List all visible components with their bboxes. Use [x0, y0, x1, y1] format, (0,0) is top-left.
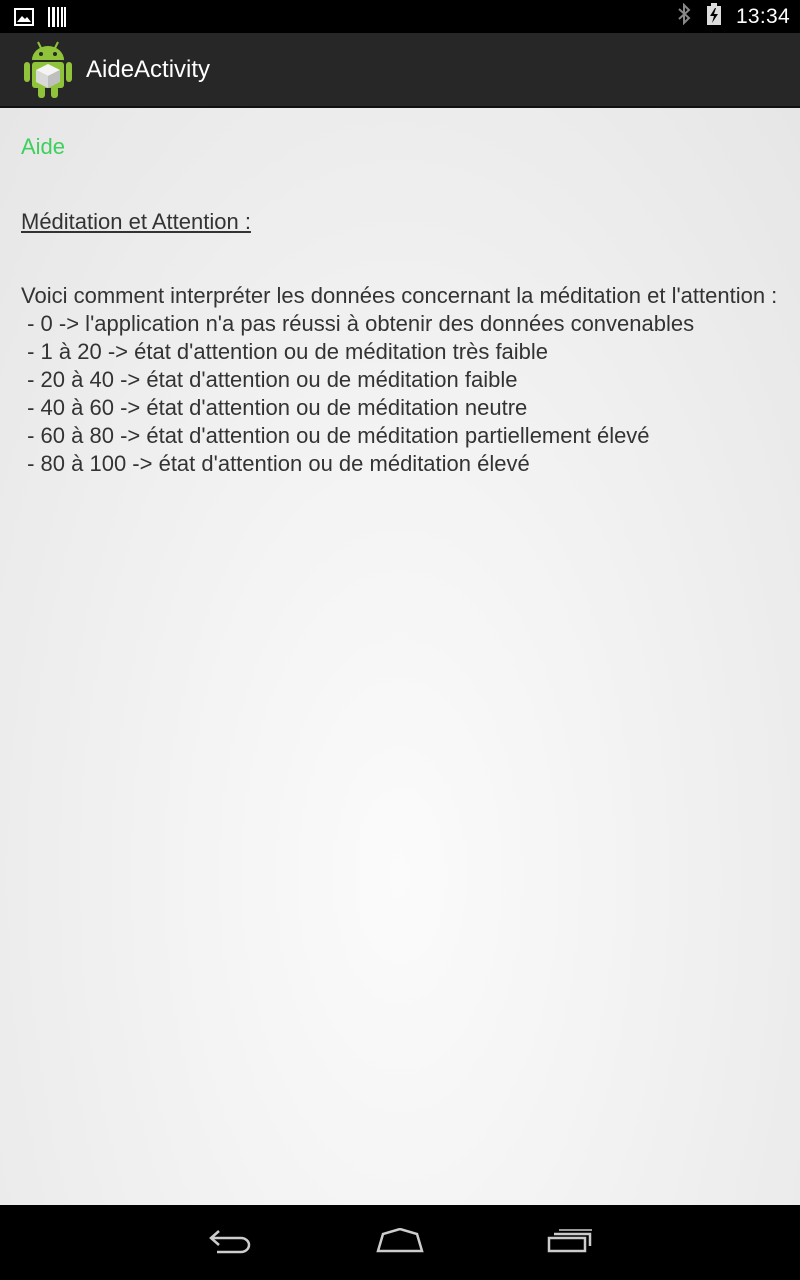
bluetooth-icon [676, 2, 692, 30]
android-app-icon[interactable] [22, 40, 74, 100]
back-icon [207, 1228, 253, 1259]
list-item: - 1 à 20 -> état d'attention ou de médit… [21, 339, 549, 364]
status-right-icons: 13:34 [676, 0, 790, 33]
page-heading: Aide [21, 134, 66, 159]
list-item: - 40 à 60 -> état d'attention ou de médi… [21, 395, 528, 420]
status-left-icons [14, 7, 66, 32]
recent-apps-icon [546, 1228, 594, 1259]
barcode-notification-icon [48, 7, 66, 32]
action-bar: AideActivity [0, 33, 800, 108]
help-content: Aide Méditation et Attention : Voici com… [0, 108, 800, 1205]
list-item: - 60 à 80 -> état d'attention ou de médi… [21, 423, 650, 448]
home-icon [375, 1227, 425, 1259]
app-title: AideActivity [86, 56, 211, 83]
image-notification-icon [14, 8, 34, 31]
section-title: Méditation et Attention : [21, 209, 251, 234]
list-item: - 80 à 100 -> état d'attention ou de méd… [21, 451, 530, 476]
intro-text: Voici comment interpréter les données co… [21, 283, 778, 308]
score-list: - 0 -> l'application n'a pas réussi à ob… [21, 310, 779, 478]
status-time: 13:34 [735, 4, 790, 28]
status-bar: 13:34 [0, 0, 800, 33]
back-button[interactable] [200, 1223, 260, 1263]
home-button[interactable] [370, 1223, 430, 1263]
navigation-bar [0, 1205, 800, 1280]
recent-apps-button[interactable] [540, 1223, 600, 1263]
battery-charging-icon [706, 3, 722, 30]
list-item: - 0 -> l'application n'a pas réussi à ob… [21, 311, 695, 336]
list-item: - 20 à 40 -> état d'attention ou de médi… [21, 367, 518, 392]
